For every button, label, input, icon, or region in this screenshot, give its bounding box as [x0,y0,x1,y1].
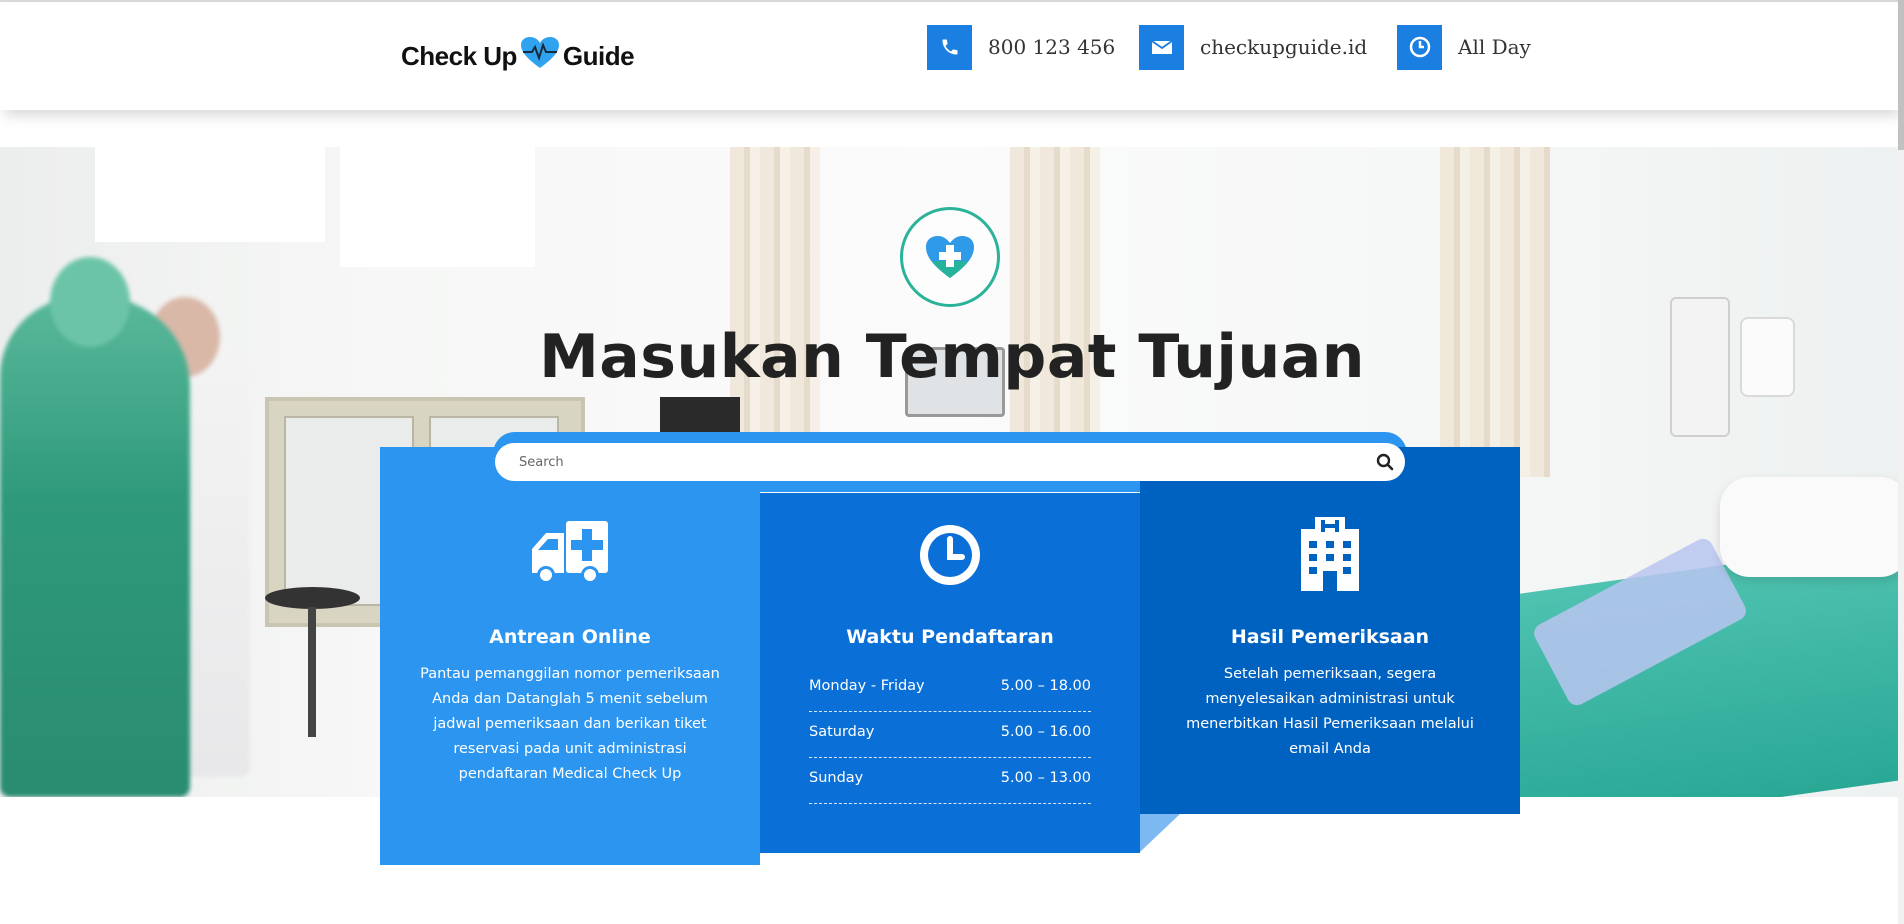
ambulance-icon [380,519,760,587]
contact-phone-text: 800 123 456 [988,35,1116,59]
contact-phone[interactable]: 800 123 456 [927,24,1115,70]
hours-time: 5.00 – 13.00 [1000,770,1091,786]
card-title: Antrean Online [489,626,651,648]
hospital-icon [1140,515,1520,593]
phone-icon [927,24,972,70]
envelope-icon [1139,24,1184,70]
page-scrollbar[interactable] [1898,0,1904,924]
hours-time: 5.00 – 18.00 [1000,678,1091,694]
search-icon[interactable] [1365,443,1405,481]
hero-title: Masukan Tempat Tujuan [539,322,1365,392]
hours-day: Monday - Friday [809,678,925,694]
contact-email-text: checkupguide.id [1200,35,1368,59]
stool-pole [308,607,316,737]
stool [265,587,360,609]
card-antrean-online: Antrean Online Pantau pemanggilan nomor … [380,447,760,865]
card-title: Waktu Pendaftaran [846,626,1054,648]
heart-pulse-icon [520,36,560,77]
contact-email[interactable]: checkupguide.id [1139,24,1367,70]
card-description: Pantau pemanggilan nomor pemeriksaan And… [420,666,720,782]
curtain [730,147,820,467]
window [340,147,535,267]
window [95,147,325,242]
logo-text-left: Check Up [401,41,517,71]
contact-hours[interactable]: All Day [1397,24,1531,70]
heart-plus-icon [900,207,1000,307]
site-header: Check Up Guide 800 123 456 checkupguide.… [0,2,1904,110]
hours-row: Monday - Friday 5.00 – 18.00 [809,666,1091,712]
card-description: Setelah pemeriksaan, segera menyelesaika… [1186,666,1474,757]
clock-icon [1397,24,1442,70]
card-fold-decoration [1140,814,1180,852]
curtain [1010,147,1100,437]
search-input[interactable] [495,443,1365,481]
logo-text-right: Guide [562,41,635,71]
hours-row: Saturday 5.00 – 16.00 [809,712,1091,758]
search-bar [495,443,1405,481]
card-waktu-pendaftaran: Waktu Pendaftaran Monday - Friday 5.00 –… [760,493,1140,853]
contact-hours-text: All Day [1458,35,1531,59]
hours-day: Sunday [809,770,864,786]
hours-day: Saturday [809,724,875,740]
laptop [660,397,740,437]
clock-icon [760,521,1140,589]
pillow [1720,477,1898,577]
card-hasil-pemeriksaan: Hasil Pemeriksaan Setelah pemeriksaan, s… [1140,447,1520,814]
card-title: Hasil Pemeriksaan [1230,626,1430,648]
scrollbar-thumb[interactable] [1898,0,1904,150]
logo[interactable]: Check Up Guide [401,36,635,77]
curtain [1440,147,1550,477]
hours-time: 5.00 – 16.00 [1000,724,1091,740]
opening-hours-list: Monday - Friday 5.00 – 18.00 Saturday 5.… [809,666,1091,804]
hours-row: Sunday 5.00 – 13.00 [809,758,1091,804]
